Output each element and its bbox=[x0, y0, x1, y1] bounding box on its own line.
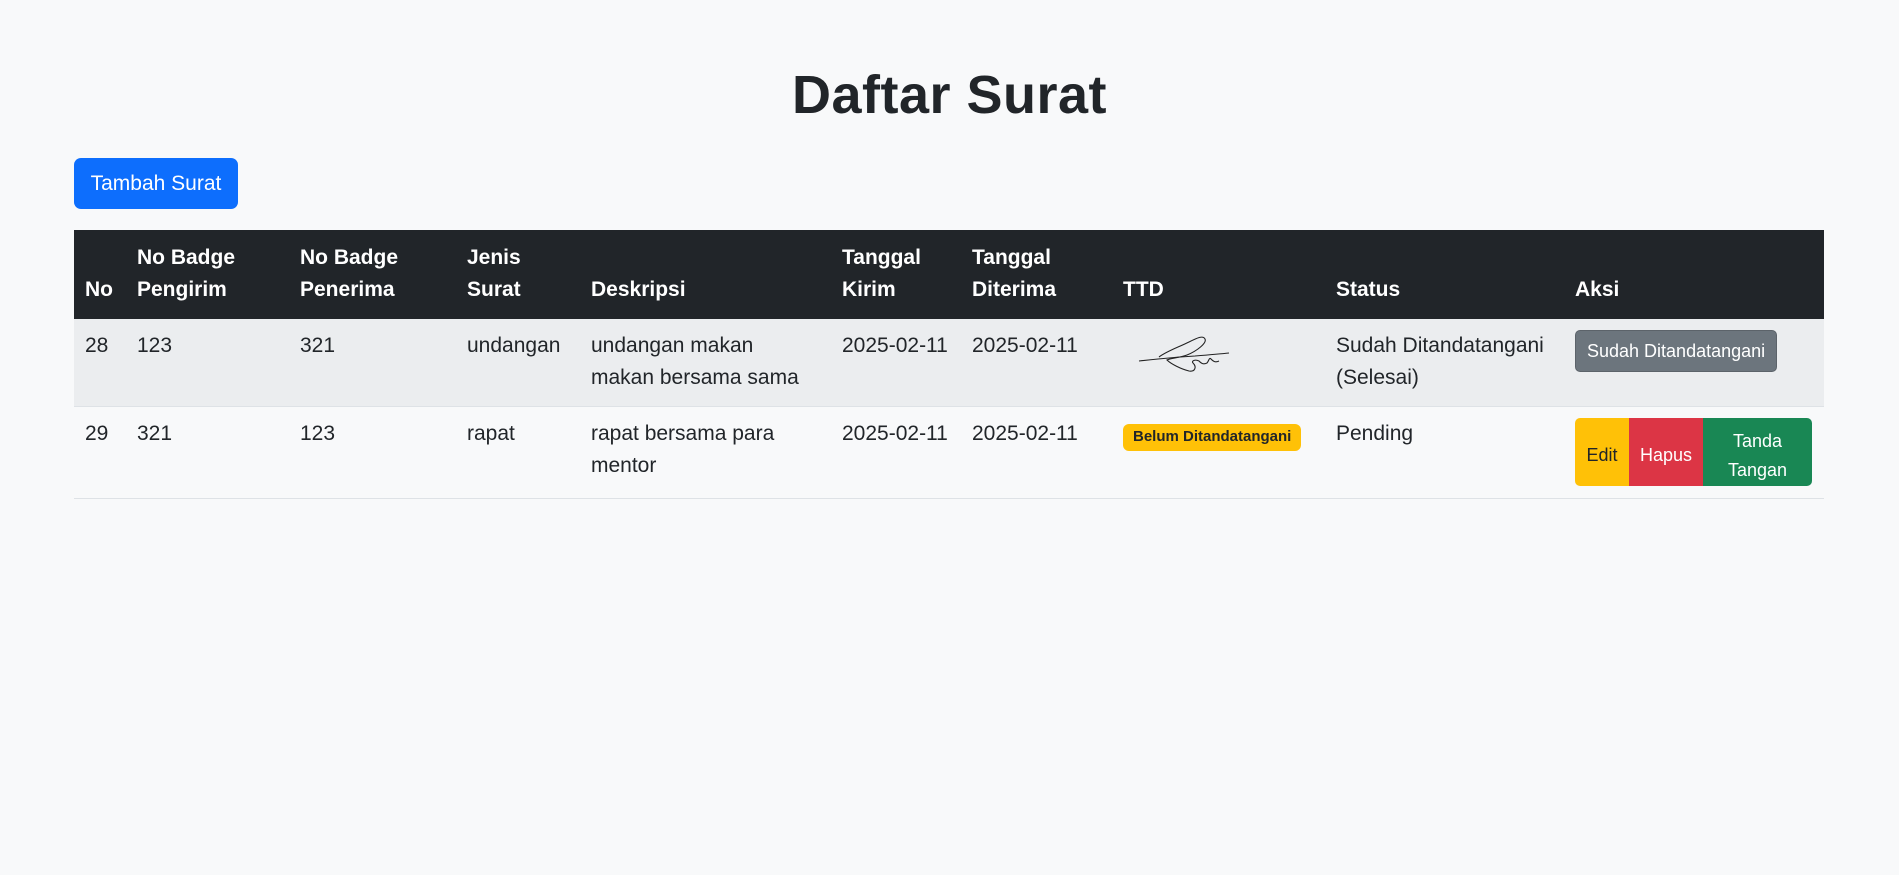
signed-status-button[interactable]: Sudah Ditandatangani bbox=[1575, 330, 1778, 372]
edit-button[interactable]: Edit bbox=[1575, 418, 1629, 486]
page-title: Daftar Surat bbox=[791, 65, 1108, 125]
cell-status: Pending bbox=[1325, 406, 1564, 499]
header-date-sent: Tanggal Kirim bbox=[842, 246, 921, 301]
header-receiver-badge: No Badge Penerima bbox=[300, 246, 399, 301]
cell-signature bbox=[1112, 319, 1325, 407]
header-date-received: Tanggal Diterima bbox=[972, 246, 1057, 301]
cell-receiver-badge: 123 bbox=[289, 406, 456, 499]
add-letter-button[interactable]: Tambah Surat bbox=[74, 158, 238, 209]
header-actions: Aksi bbox=[1575, 278, 1620, 301]
header-description: Deskripsi bbox=[591, 278, 686, 301]
delete-button[interactable]: Hapus bbox=[1629, 418, 1703, 486]
cell-sender-badge: 123 bbox=[126, 319, 289, 407]
signature-image bbox=[1138, 336, 1230, 372]
table-row: 29 321 123 rapat rapat bersama para ment… bbox=[74, 406, 1824, 499]
header-letter-type: Jenis Surat bbox=[467, 246, 521, 301]
cell-date-sent: 2025-02-11 bbox=[831, 406, 961, 499]
table-row: 28 123 321 undangan undangan makan makan… bbox=[74, 319, 1824, 407]
cell-date-received: 2025-02-11 bbox=[961, 406, 1112, 499]
sign-button[interactable]: Tanda Tangan bbox=[1703, 418, 1812, 486]
cell-sender-badge: 321 bbox=[126, 406, 289, 499]
cell-date-received: 2025-02-11 bbox=[961, 319, 1112, 407]
cell-letter-type: rapat bbox=[456, 406, 580, 499]
header-signature: TTD bbox=[1123, 278, 1164, 301]
cell-status: Sudah Ditandatangani (Selesai) bbox=[1325, 319, 1564, 407]
cell-signature: Belum Ditandatangani bbox=[1112, 406, 1325, 499]
header-row: No No Badge Pengirim No Badge Penerima Jen… bbox=[74, 230, 1824, 319]
header-status: Status bbox=[1336, 278, 1401, 301]
action-button-group: Edit Hapus Tanda Tangan bbox=[1575, 418, 1813, 486]
table-header: No No Badge Pengirim No Badge Penerima Jen… bbox=[74, 230, 1824, 319]
unsigned-badge: Belum Ditandatangani bbox=[1123, 424, 1302, 451]
cell-no: 29 bbox=[74, 406, 126, 499]
cell-actions: Edit Hapus Tanda Tangan bbox=[1564, 406, 1824, 499]
header-no: No bbox=[85, 278, 113, 301]
cell-no: 28 bbox=[74, 319, 126, 407]
cell-receiver-badge: 321 bbox=[289, 319, 456, 407]
letters-table: No No Badge Pengirim No Badge Penerima Jen… bbox=[74, 230, 1824, 499]
cell-letter-type: undangan bbox=[456, 319, 580, 407]
cell-date-sent: 2025-02-11 bbox=[831, 319, 961, 407]
cell-description: undangan makan makan bersama sama bbox=[580, 319, 831, 407]
cell-description: rapat bersama para mentor bbox=[580, 406, 831, 499]
cell-actions: Sudah Ditandatangani bbox=[1564, 319, 1824, 407]
header-sender-badge: No Badge Pengirim bbox=[137, 246, 236, 301]
